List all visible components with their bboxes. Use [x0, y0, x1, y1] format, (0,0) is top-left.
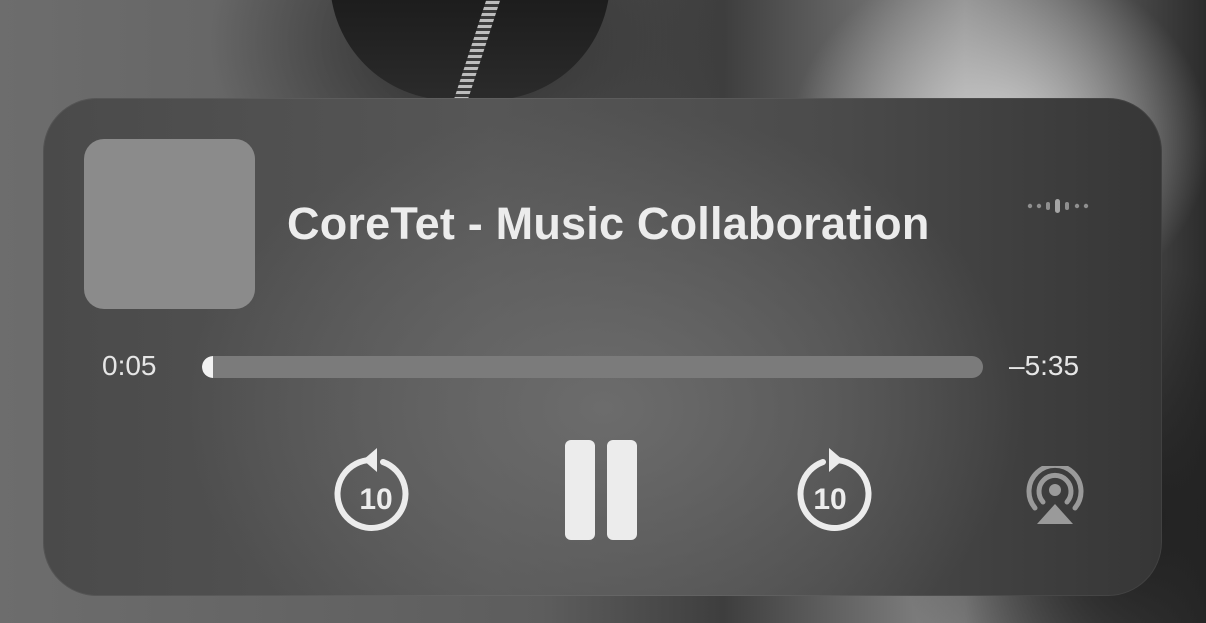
- track-title: CoreTet - Music Collaboration: [287, 198, 930, 249]
- pause-button[interactable]: [561, 438, 641, 542]
- skip-back-button[interactable]: 10: [331, 442, 421, 538]
- waveform-icon: [1027, 199, 1089, 213]
- skip-forward-button[interactable]: 10: [785, 442, 875, 538]
- now-playing-widget[interactable]: CoreTet - Music Collaboration 0:05 –5:35…: [43, 98, 1162, 596]
- elapsed-time: 0:05: [102, 350, 157, 381]
- gobackward-10-icon: 10: [334, 448, 409, 531]
- album-artwork[interactable]: [84, 139, 255, 309]
- remaining-time: –5:35: [1009, 350, 1080, 381]
- progress-fill: [202, 356, 213, 378]
- skip-back-seconds: 10: [359, 483, 392, 516]
- airplay-audio-icon: [1026, 466, 1084, 524]
- progress-scrubber[interactable]: [202, 356, 983, 378]
- goforward-10-icon: 10: [797, 448, 872, 531]
- skip-forward-seconds: 10: [813, 483, 846, 516]
- pause-icon: [565, 440, 637, 540]
- airplay-button[interactable]: [1019, 466, 1091, 526]
